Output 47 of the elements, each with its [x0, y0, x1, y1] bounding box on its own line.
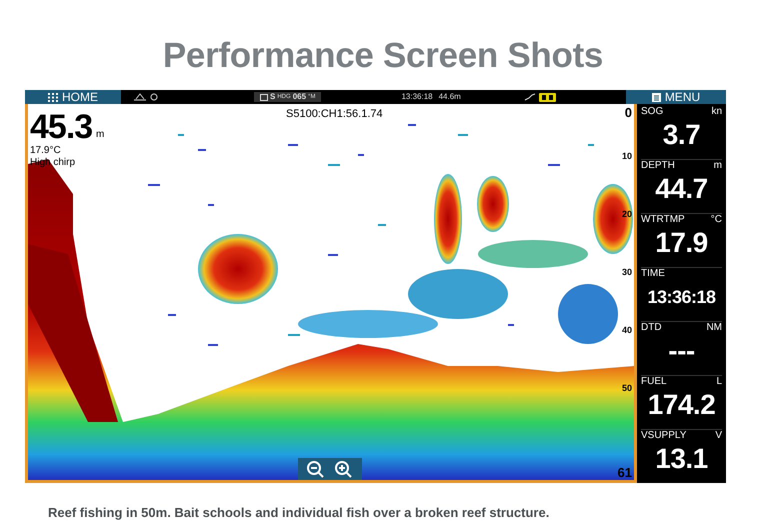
instrument-label: DEPTH — [641, 160, 675, 172]
instrument-unit: m — [714, 160, 722, 172]
menu-button[interactable]: MENU — [626, 90, 726, 104]
instrument-value: --- — [667, 334, 696, 368]
battery-icon — [538, 92, 557, 102]
instrument-label: VSUPPLY — [641, 430, 686, 442]
instrument-value: 13.1 — [654, 442, 709, 476]
compass-icon — [260, 94, 268, 100]
instrument-label: FUEL — [641, 376, 667, 388]
status-depth: 44.6m — [438, 91, 461, 103]
depth-scale-label: 10 — [622, 152, 632, 161]
page-title: Performance Screen Shots — [162, 35, 604, 76]
instrument-label: DTD — [641, 322, 662, 334]
instrument-unit: kn — [711, 106, 722, 118]
instrument-value: 13:36:18 — [646, 286, 717, 309]
zoom-in-icon — [334, 460, 354, 478]
grid-icon — [48, 92, 58, 102]
depth-scale-label: 40 — [622, 326, 632, 335]
home-button[interactable]: HOME — [25, 90, 121, 104]
depth-scale-label: 50 — [622, 384, 632, 393]
depth-reading: 45.3 — [30, 110, 92, 144]
depth-unit: m — [96, 130, 104, 140]
instrument-value: 3.7 — [662, 118, 702, 152]
signal-icon — [524, 93, 536, 101]
instrument-unit: NM — [706, 322, 722, 334]
instrument-unit: °C — [710, 214, 722, 226]
menu-icon — [652, 92, 661, 102]
channel-label: S5100:CH1:56.1.74 — [286, 109, 383, 120]
instrument-value: 44.7 — [654, 172, 709, 206]
heading-value: 065 — [292, 91, 306, 103]
zoom-out-button[interactable] — [306, 460, 326, 478]
instrument-label: TIME — [641, 268, 665, 280]
instrument-label: WTRTMP — [641, 214, 685, 226]
instrument-unit: V — [715, 430, 722, 442]
status-time: 13:36:18 — [401, 91, 433, 103]
zoom-out-icon — [306, 460, 326, 478]
caption: Reef fishing in 50m. Bait schools and individual fish over a broken reef structure. — [48, 504, 550, 522]
instrument-unit: L — [716, 376, 722, 388]
heading-direction: S — [270, 91, 276, 103]
instrument-value: 17.9 — [654, 226, 709, 260]
zoom-in-button[interactable] — [334, 460, 354, 478]
depth-scale-label: 61 — [618, 466, 632, 479]
instrument-label: SOG — [641, 106, 664, 118]
instrument-value: 174.2 — [646, 388, 716, 422]
depth-scale-label: 0 — [624, 106, 632, 119]
water-temperature: 17.9°C — [30, 146, 61, 156]
depth-scale-label: 30 — [622, 268, 632, 277]
